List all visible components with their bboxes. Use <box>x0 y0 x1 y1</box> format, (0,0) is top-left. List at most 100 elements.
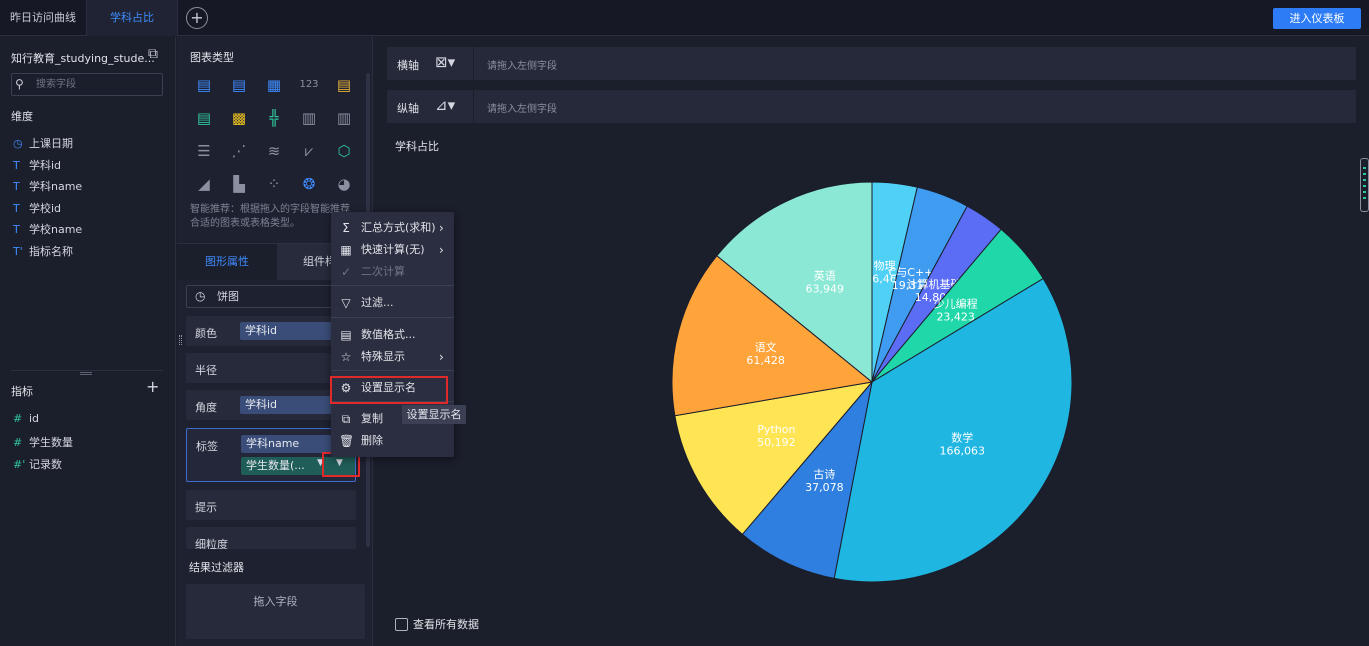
pie-slice-label: 37,078 <box>805 481 844 494</box>
filter-drop-zone[interactable]: 拖入字段 <box>186 584 365 639</box>
handle-dot <box>1363 191 1366 193</box>
tip-row[interactable]: 提示 <box>186 490 356 520</box>
menu-item-label: 汇总方式(求和) <box>361 221 436 234</box>
scrollbar[interactable] <box>366 73 370 213</box>
metric-field-label: 学生数量 <box>29 436 73 449</box>
number-format-icon: ▤ <box>340 328 352 342</box>
hash-icon: #' <box>13 458 26 471</box>
enter-dashboard-button[interactable]: 进入仪表板 <box>1273 8 1361 29</box>
metric-field[interactable]: # 学生数量 <box>13 434 73 450</box>
menu-item[interactable]: ☆ 特殊显示 › <box>331 347 454 367</box>
menu-separator <box>331 317 454 318</box>
resize-handle[interactable] <box>80 372 92 375</box>
menu-item[interactable]: ▽ 过滤... <box>331 293 454 313</box>
menu-item[interactable]: ▦ 快速计算(无) › <box>331 240 454 260</box>
dataset-title: 知行教育_studying_stude... <box>11 52 155 65</box>
dimension-field[interactable]: T' 指标名称 <box>13 243 73 259</box>
menu-separator <box>331 285 454 286</box>
menu-separator <box>331 370 454 371</box>
menu-item[interactable]: 🗑 删除 <box>331 431 454 451</box>
text-type-icon: T <box>13 180 20 193</box>
dimension-field[interactable]: T 学校id <box>13 200 61 216</box>
pie-chart-icon[interactable]: ◕ <box>334 176 354 192</box>
metric-field-label: 记录数 <box>29 458 62 471</box>
x-axis-label: 横轴 <box>397 59 419 72</box>
radius-label: 半径 <box>195 364 217 377</box>
star-icon: ☆ <box>340 350 352 364</box>
tooltip: 设置显示名 <box>402 405 466 424</box>
dimension-field-label: 上课日期 <box>29 137 73 150</box>
menu-item-label: 快速计算(无) <box>361 243 425 256</box>
pie-slice-label: 语文 <box>755 340 777 354</box>
granularity-label: 细粒度 <box>195 538 228 549</box>
multi-line-icon[interactable]: ≋ <box>264 143 284 159</box>
metric-field[interactable]: # id <box>13 412 39 425</box>
dimension-field-label: 学校name <box>29 223 83 236</box>
scatter-small-icon[interactable]: ⋰ <box>229 143 249 159</box>
side-panel-handle[interactable] <box>1360 158 1369 212</box>
line-area-icon[interactable]: ⩗ <box>299 143 319 159</box>
grouped-table-icon[interactable]: ▤ <box>194 110 214 126</box>
dimension-field[interactable]: T 学校name <box>13 221 82 237</box>
add-metric-icon[interactable]: + <box>146 377 159 396</box>
metric-field[interactable]: #' 记录数 <box>13 456 62 472</box>
menu-item[interactable]: ▤ 数值格式... <box>331 325 454 345</box>
drag-handle-icon[interactable] <box>179 335 182 345</box>
dimensions-label: 维度 <box>11 110 33 123</box>
column-chart-icon[interactable]: ▥ <box>299 110 319 126</box>
hash-icon: # <box>13 412 23 425</box>
handle-dot <box>1363 197 1366 199</box>
x-axis-placeholder: 请拖入左侧字段 <box>487 61 557 72</box>
y-axis-placeholder: 请拖入左侧字段 <box>487 104 557 115</box>
add-tab-icon[interactable]: + <box>186 7 208 29</box>
pie-slice-label: 英语 <box>814 268 836 282</box>
area-chart-icon[interactable]: ◢ <box>194 176 214 192</box>
y-axis-bar[interactable]: 纵轴 ⊿▾ 请拖入左侧字段 <box>387 90 1356 123</box>
search-input[interactable]: 搜索字段 <box>11 73 163 96</box>
cross-table-icon[interactable]: ▤ <box>229 77 249 93</box>
view-all-data-checkbox[interactable]: 查看所有数据 <box>395 616 479 632</box>
stacked-bar-icon[interactable]: ╬ <box>264 110 284 126</box>
dimension-field[interactable]: T 学科name <box>13 178 82 194</box>
bar-chart-icon[interactable]: ☰ <box>194 143 214 159</box>
detail-table-icon[interactable]: ▦ <box>264 77 284 93</box>
kpi-number-icon[interactable]: 123 <box>299 77 319 93</box>
axis-sort-icon[interactable]: ⊠▾ <box>435 53 455 71</box>
radar-icon[interactable]: ⬡ <box>334 143 354 159</box>
axis-chart-icon[interactable]: ⊿▾ <box>435 96 455 114</box>
tab-yesterday-visits[interactable]: 昨日访问曲线 <box>0 0 86 36</box>
granularity-row[interactable]: 细粒度 <box>186 527 356 549</box>
separator <box>473 47 474 80</box>
bubble-chart-icon[interactable]: ❂ <box>299 176 319 192</box>
x-axis-bar[interactable]: 横轴 ⊠▾ 请拖入左侧字段 <box>387 47 1356 80</box>
menu-item-label: 二次计算 <box>361 265 405 278</box>
metrics-label: 指标 <box>11 385 33 398</box>
tab-subject-share[interactable]: 学科占比 <box>86 0 178 36</box>
menu-item-label: 复制 <box>361 412 383 425</box>
menu-item[interactable]: Σ 汇总方式(求和) › <box>331 218 454 238</box>
colored-table-icon[interactable]: ▤ <box>334 77 354 93</box>
angle-label: 角度 <box>195 401 217 414</box>
combo-chart-icon[interactable]: ▙ <box>229 176 249 192</box>
field-panel: 知行教育_studying_stude... ⧉ 搜索字段 ⚲ 维度 ◷ 上课日期… <box>0 37 176 646</box>
heat-table-icon[interactable]: ▩ <box>229 110 249 126</box>
dimension-field[interactable]: ◷ 上课日期 <box>13 135 73 151</box>
trash-icon: 🗑 <box>339 434 355 448</box>
multi-column-icon[interactable]: ▥ <box>334 110 354 126</box>
pie-slice-label: Python <box>757 423 795 436</box>
tip-label: 提示 <box>195 501 217 514</box>
table-chart-icon[interactable]: ▤ <box>194 77 214 93</box>
pie-slice-label: 61,428 <box>746 354 785 367</box>
dimension-field[interactable]: T 学科id <box>13 157 61 173</box>
scatter-chart-icon[interactable]: ⁘ <box>264 176 284 192</box>
tab-graphic-properties[interactable]: 图形属性 <box>177 244 277 280</box>
view-all-label: 查看所有数据 <box>413 618 479 631</box>
handle-dot <box>1363 173 1366 175</box>
separator <box>473 90 474 123</box>
handle-dot <box>1363 185 1366 187</box>
hash-icon: # <box>13 436 23 449</box>
result-filter-label: 结果过滤器 <box>189 561 244 574</box>
menu-item-label: 删除 <box>361 434 383 447</box>
checkbox-icon[interactable] <box>395 618 408 631</box>
switch-dataset-icon[interactable]: ⧉ <box>148 46 158 62</box>
